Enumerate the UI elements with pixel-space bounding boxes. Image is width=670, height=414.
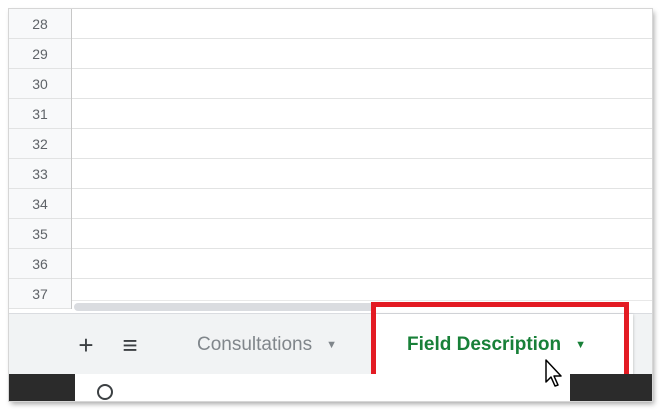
search-icon[interactable] bbox=[97, 384, 113, 400]
taskbar-left-block bbox=[9, 374, 75, 401]
all-sheets-menu-icon[interactable]: ≡ bbox=[113, 328, 147, 362]
row-header-32[interactable]: 32 bbox=[9, 129, 71, 159]
tab-label: Field Description bbox=[407, 333, 562, 355]
grid-row-line bbox=[72, 68, 652, 69]
taskbar-right-block bbox=[570, 374, 652, 401]
dropdown-caret-icon[interactable]: ▼ bbox=[326, 339, 337, 351]
row-header-36[interactable]: 36 bbox=[9, 249, 71, 279]
grid-row-line bbox=[72, 248, 652, 249]
grid-row-line bbox=[72, 188, 652, 189]
horizontal-scrollbar-thumb[interactable] bbox=[74, 303, 374, 311]
grid-row-line bbox=[72, 218, 652, 219]
taskbar-strip bbox=[9, 374, 652, 401]
sheet-tab-bar: + ≡ Consultations ▼ Field Description ▼ bbox=[9, 313, 652, 375]
row-header-29[interactable]: 29 bbox=[9, 39, 71, 69]
row-header-28[interactable]: 28 bbox=[9, 9, 71, 39]
cell-grid[interactable] bbox=[72, 9, 652, 309]
tab-label: Consultations bbox=[197, 333, 313, 355]
grid-row-line bbox=[72, 278, 652, 279]
dropdown-caret-icon[interactable]: ▼ bbox=[575, 339, 586, 351]
grid-row-line bbox=[72, 158, 652, 159]
grid-row-line bbox=[72, 38, 652, 39]
grid-row-line bbox=[72, 128, 652, 129]
row-header-34[interactable]: 34 bbox=[9, 189, 71, 219]
row-header-37[interactable]: 37 bbox=[9, 279, 71, 309]
add-sheet-icon[interactable]: + bbox=[69, 328, 103, 362]
row-header-30[interactable]: 30 bbox=[9, 69, 71, 99]
horizontal-scrollbar[interactable] bbox=[72, 300, 652, 313]
row-header-31[interactable]: 31 bbox=[9, 99, 71, 129]
spreadsheet-window: 28 29 30 31 32 33 34 35 36 37 + ≡ Consul… bbox=[9, 9, 652, 401]
row-header-35[interactable]: 35 bbox=[9, 219, 71, 249]
row-header-33[interactable]: 33 bbox=[9, 159, 71, 189]
tab-field-description[interactable]: Field Description ▼ bbox=[375, 314, 633, 375]
grid-row-line bbox=[72, 98, 652, 99]
row-header-column: 28 29 30 31 32 33 34 35 36 37 bbox=[9, 9, 72, 309]
tab-consultations[interactable]: Consultations ▼ bbox=[175, 314, 375, 375]
